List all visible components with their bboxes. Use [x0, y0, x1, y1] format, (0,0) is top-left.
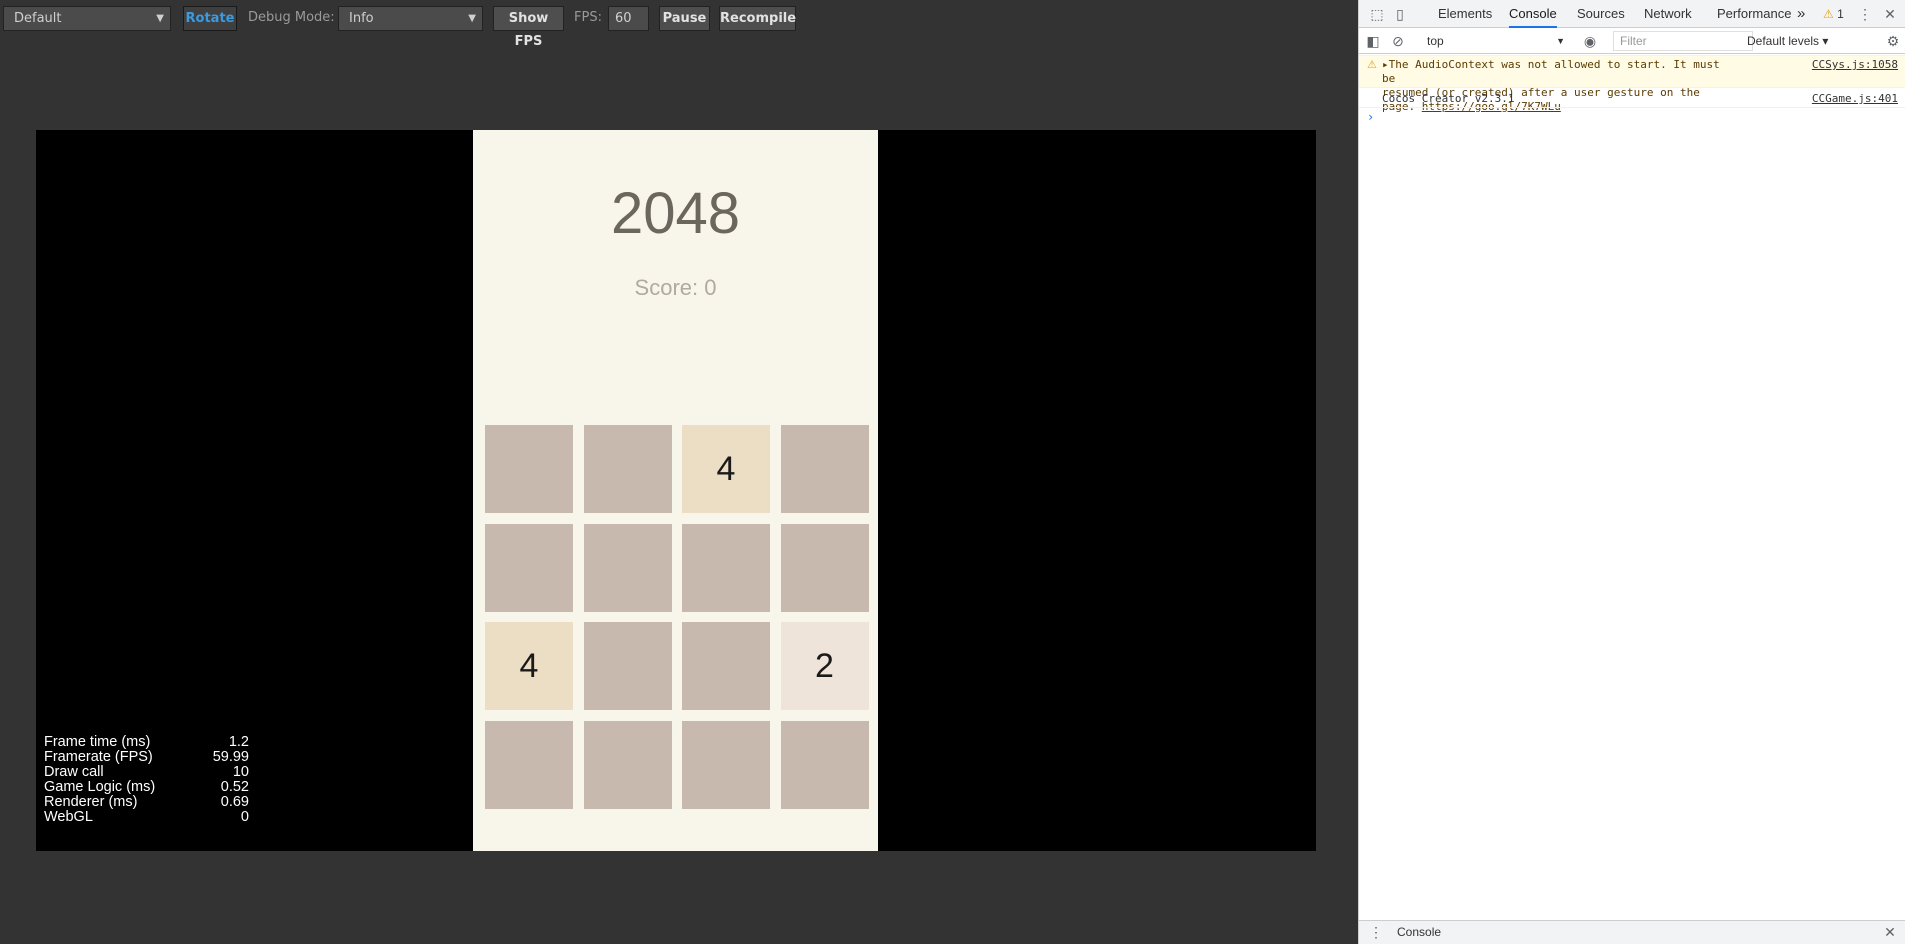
drawer-tab-console[interactable]: Console: [1397, 921, 1441, 943]
eye-icon[interactable]: ◉: [1581, 32, 1599, 50]
stat-label: WebGL: [44, 809, 93, 825]
tab-console[interactable]: Console: [1509, 0, 1557, 28]
stat-value: 0: [240, 809, 249, 825]
stat-value: 10: [232, 764, 249, 780]
warning-icon: ⚠: [1367, 58, 1377, 71]
sidebar-toggle-icon[interactable]: ◧: [1364, 32, 1382, 50]
drawer-bar: ⋮ Console ✕: [1359, 920, 1905, 944]
profiler-stats: Frame time (ms) 1.2 Framerate (FPS) 59.99 Dr…: [44, 735, 249, 825]
stat-label: Frame time (ms): [44, 734, 151, 750]
board-tile: [780, 720, 869, 809]
board-tile: 4: [682, 425, 770, 513]
debug-mode-select[interactable]: Info ▼: [338, 6, 483, 31]
fps-input[interactable]: 60: [608, 6, 649, 31]
more-tabs-icon[interactable]: »: [1797, 0, 1805, 28]
devtools-panel: ⬚ ▯ Elements Console Sources Network Per…: [1358, 0, 1905, 944]
show-fps-button[interactable]: Show FPS: [493, 6, 564, 49]
device-select-value: Default: [14, 11, 62, 26]
board-tile: 4: [485, 622, 573, 710]
tab-performance[interactable]: Performance: [1717, 0, 1791, 28]
stat-row: Draw call 10: [44, 765, 249, 780]
stat-row: Game Logic (ms) 0.52: [44, 780, 249, 795]
board-tile: [780, 523, 869, 612]
inspect-element-icon[interactable]: ⬚: [1368, 5, 1386, 23]
board-tile: [682, 720, 770, 809]
stat-label: Renderer (ms): [44, 794, 138, 810]
warning-line-1: The AudioContext was not allowed to star…: [1382, 58, 1720, 85]
preview-toolbar: Default ▼ Rotate Debug Mode: Info ▼ Show…: [0, 0, 1358, 49]
chevron-down-icon: ▼: [468, 13, 476, 24]
stat-row: Renderer (ms) 0.69: [44, 795, 249, 810]
stat-label: Framerate (FPS): [44, 749, 153, 765]
tab-sources[interactable]: Sources: [1577, 0, 1625, 28]
device-select[interactable]: Default ▼: [3, 6, 171, 31]
stat-value: 1.2: [228, 734, 249, 750]
expand-arrow-icon[interactable]: ▸: [1382, 58, 1389, 71]
clear-console-icon[interactable]: ⊘: [1389, 32, 1407, 50]
cocos-preview: Default ▼ Rotate Debug Mode: Info ▼ Show…: [0, 0, 1358, 944]
stat-value: 0.69: [220, 794, 249, 810]
gear-icon[interactable]: ⚙: [1884, 32, 1902, 50]
stat-label: Draw call: [44, 764, 104, 780]
stat-row: Framerate (FPS) 59.99: [44, 750, 249, 765]
console-warning-message: ⚠ ▸The AudioContext was not allowed to s…: [1359, 55, 1905, 113]
tab-elements[interactable]: Elements: [1438, 0, 1492, 28]
warning-counter[interactable]: ⚠ 1: [1823, 0, 1844, 28]
pause-button[interactable]: Pause: [659, 6, 710, 31]
game-view[interactable]: 2048 Score: 0 4 4 2: [473, 130, 878, 851]
board-tile: [583, 523, 672, 612]
tab-network[interactable]: Network: [1644, 0, 1692, 28]
context-select[interactable]: top ▼: [1427, 32, 1565, 50]
board-tile: 2: [780, 622, 869, 710]
log-levels-select[interactable]: Default levels ▾: [1747, 32, 1828, 50]
info-text: Cocos Creator v2.3.1: [1382, 92, 1515, 105]
stat-value: 0.52: [220, 779, 249, 795]
board-tile: [780, 425, 869, 513]
fps-label: FPS:: [574, 10, 602, 25]
kebab-menu-icon[interactable]: ⋮: [1367, 923, 1385, 941]
kebab-menu-icon[interactable]: ⋮: [1856, 5, 1874, 23]
device-toolbar-icon[interactable]: ▯: [1391, 5, 1409, 23]
warning-count: 1: [1837, 7, 1844, 21]
stat-row: WebGL 0: [44, 810, 249, 825]
board-tile: [682, 622, 770, 710]
stat-row: Frame time (ms) 1.2: [44, 735, 249, 750]
warning-icon: ⚠: [1823, 7, 1834, 21]
recompile-button[interactable]: Recompile: [719, 6, 796, 31]
board-tile: [682, 523, 770, 612]
warning-source-link[interactable]: CCSys.js:1058: [1812, 58, 1898, 71]
board-tile: [485, 425, 573, 513]
debug-mode-value: Info: [349, 11, 374, 26]
rotate-button[interactable]: Rotate: [183, 6, 237, 31]
board-tile: [485, 720, 573, 809]
game-title: 2048: [610, 181, 741, 246]
board-tile: [583, 720, 672, 809]
filter-input[interactable]: Filter: [1613, 31, 1753, 51]
board-tile: [583, 622, 672, 710]
game-canvas[interactable]: 2048 Score: 0 442 Frame time (ms) 1.2 Fram…: [36, 130, 1316, 851]
board-tile: [583, 425, 672, 513]
close-icon[interactable]: ✕: [1881, 5, 1899, 23]
context-value: top: [1427, 34, 1444, 48]
chevron-down-icon: ▼: [156, 13, 164, 24]
score-label: Score: 0: [634, 275, 717, 300]
close-icon[interactable]: ✕: [1881, 923, 1899, 941]
stat-value: 59.99: [212, 749, 249, 765]
console-prompt[interactable]: ›: [1367, 110, 1374, 124]
board-tile: [485, 523, 573, 612]
game-board[interactable]: 4 4 2: [485, 425, 869, 809]
chevron-down-icon: ▼: [1556, 36, 1565, 46]
console-info-message: Cocos Creator v2.3.1 CCGame.js:401: [1359, 89, 1905, 108]
stat-label: Game Logic (ms): [44, 779, 156, 795]
info-source-link[interactable]: CCGame.js:401: [1812, 92, 1898, 105]
debug-mode-label: Debug Mode:: [248, 10, 335, 25]
console-filterbar: ◧ ⊘ top ▼ ◉ Filter Default levels ▾ ⚙: [1359, 28, 1905, 54]
devtools-tabbar: ⬚ ▯ Elements Console Sources Network Per…: [1359, 0, 1905, 28]
